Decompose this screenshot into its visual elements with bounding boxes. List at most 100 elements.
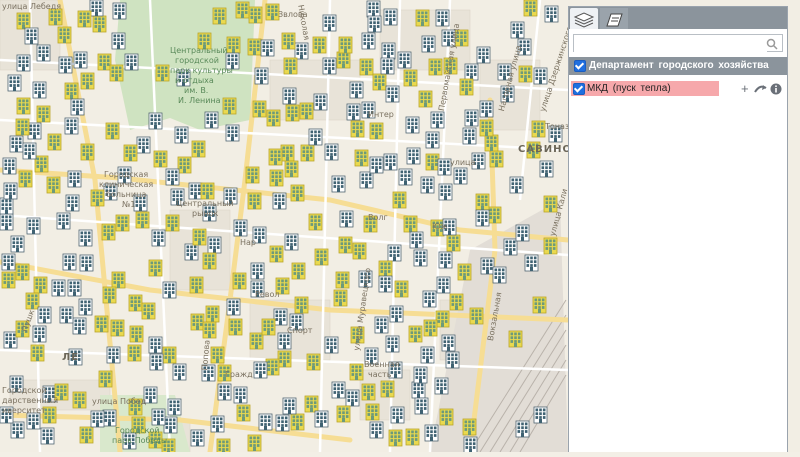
tab-legend[interactable] (600, 8, 628, 29)
house-icon-yellow[interactable] (141, 302, 156, 320)
house-icon-yellow[interactable] (261, 318, 276, 336)
house-icon-blue[interactable] (102, 409, 117, 427)
house-icon-blue[interactable] (414, 397, 429, 415)
house-icon-blue[interactable] (390, 406, 405, 424)
house-icon-blue[interactable] (492, 266, 507, 284)
house-icon-blue[interactable] (10, 421, 25, 439)
house-icon-yellow[interactable] (135, 211, 150, 229)
house-icon-blue[interactable] (479, 100, 494, 118)
house-icon-blue[interactable] (89, 0, 104, 17)
house-icon-blue[interactable] (72, 317, 87, 335)
house-icon-yellow[interactable] (268, 148, 283, 166)
house-icon-yellow[interactable] (127, 344, 142, 362)
house-icon-blue[interactable] (345, 389, 360, 407)
house-icon-yellow[interactable] (15, 263, 30, 281)
house-icon-blue[interactable] (277, 332, 292, 350)
house-icon-yellow[interactable] (109, 64, 124, 82)
house-icon-blue[interactable] (258, 413, 273, 431)
house-icon-yellow[interactable] (222, 97, 237, 115)
house-icon-yellow[interactable] (365, 403, 380, 421)
house-icon-blue[interactable] (36, 44, 51, 62)
house-icon-yellow[interactable] (101, 223, 116, 241)
house-icon-yellow[interactable] (16, 97, 31, 115)
house-icon-blue[interactable] (411, 381, 426, 399)
house-icon-blue[interactable] (509, 176, 524, 194)
house-icon-blue[interactable] (369, 421, 384, 439)
house-icon-yellow[interactable] (372, 73, 387, 91)
house-icon-blue[interactable] (515, 224, 530, 242)
house-icon-yellow[interactable] (378, 260, 393, 278)
house-icon-yellow[interactable] (210, 346, 225, 364)
house-icon-yellow[interactable] (189, 276, 204, 294)
house-icon-yellow[interactable] (531, 120, 546, 138)
house-icon-blue[interactable] (441, 334, 456, 352)
layer-group-row[interactable]: Департамент городского хозяйства (569, 57, 787, 75)
house-icon-yellow[interactable] (415, 9, 430, 27)
house-icon-blue[interactable] (389, 305, 404, 323)
house-icon-blue[interactable] (322, 57, 337, 75)
house-icon-yellow[interactable] (128, 294, 143, 312)
house-icon-yellow[interactable] (349, 363, 364, 381)
layer-search[interactable] (573, 34, 783, 53)
house-icon-blue[interactable] (366, 0, 381, 18)
house-icon-yellow[interactable] (79, 426, 94, 444)
house-icon-yellow[interactable] (314, 248, 329, 266)
house-icon-blue[interactable] (383, 153, 398, 171)
house-icon-yellow[interactable] (312, 36, 327, 54)
house-icon-yellow[interactable] (216, 438, 231, 456)
house-icon-yellow[interactable] (361, 383, 376, 401)
house-icon-yellow[interactable] (308, 213, 323, 231)
house-icon-blue[interactable] (40, 427, 55, 445)
house-icon-yellow[interactable] (102, 286, 117, 304)
house-icon-blue[interactable] (420, 346, 435, 364)
house-icon-yellow[interactable] (532, 296, 547, 314)
house-icon-yellow[interactable] (446, 234, 461, 252)
house-icon-blue[interactable] (24, 27, 39, 45)
house-icon-blue[interactable] (438, 251, 453, 269)
house-icon-yellow[interactable] (290, 184, 305, 202)
house-icon-blue[interactable] (79, 254, 94, 272)
house-icon-blue[interactable] (421, 35, 436, 53)
house-icon-blue[interactable] (533, 67, 548, 85)
house-icon-blue[interactable] (422, 290, 437, 308)
house-icon-yellow[interactable] (508, 330, 523, 348)
house-icon-blue[interactable] (162, 281, 177, 299)
house-icon-yellow[interactable] (459, 78, 474, 96)
house-icon-blue[interactable] (70, 98, 85, 116)
house-icon-yellow[interactable] (202, 252, 217, 270)
house-icon-yellow[interactable] (439, 408, 454, 426)
house-icon-yellow[interactable] (380, 380, 395, 398)
house-icon-blue[interactable] (409, 231, 424, 249)
house-icon-yellow[interactable] (33, 276, 48, 294)
house-icon-yellow[interactable] (226, 36, 241, 54)
house-icon-yellow[interactable] (98, 370, 113, 388)
house-icon-yellow[interactable] (359, 58, 374, 76)
house-icon-blue[interactable] (331, 381, 346, 399)
house-icon-blue[interactable] (275, 414, 290, 432)
house-icon-blue[interactable] (314, 410, 329, 428)
house-icon-blue[interactable] (424, 424, 439, 442)
house-icon-blue[interactable] (2, 157, 17, 175)
house-icon-yellow[interactable] (418, 90, 433, 108)
house-icon-blue[interactable] (149, 353, 164, 371)
house-icon-blue[interactable] (7, 74, 22, 92)
house-icon-yellow[interactable] (247, 434, 262, 452)
house-icon-blue[interactable] (438, 183, 453, 201)
house-icon-blue[interactable] (430, 111, 445, 129)
house-icon-yellow[interactable] (300, 144, 315, 162)
house-icon-yellow[interactable] (352, 242, 367, 260)
house-icon-blue[interactable] (59, 306, 74, 324)
house-icon-blue[interactable] (174, 126, 189, 144)
house-icon-yellow[interactable] (57, 26, 72, 44)
house-icon-blue[interactable] (151, 408, 166, 426)
house-icon-yellow[interactable] (200, 182, 215, 200)
house-icon-yellow[interactable] (192, 228, 207, 246)
house-icon-blue[interactable] (361, 32, 376, 50)
house-icon-yellow[interactable] (338, 236, 353, 254)
house-icon-blue[interactable] (254, 67, 269, 85)
house-icon-blue[interactable] (413, 249, 428, 267)
house-icon-yellow[interactable] (64, 82, 79, 100)
house-icon-blue[interactable] (136, 136, 151, 154)
house-icon-blue[interactable] (385, 85, 400, 103)
house-icon-blue[interactable] (378, 275, 393, 293)
